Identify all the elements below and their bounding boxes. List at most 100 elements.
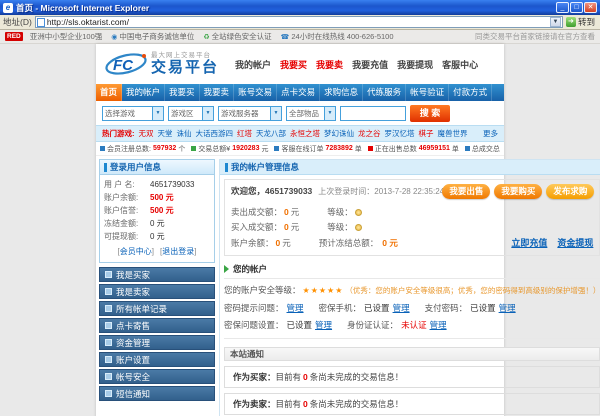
sidebar-menu-item[interactable]: 帐号安全 [99, 369, 215, 384]
go-button[interactable]: 转到 [566, 16, 597, 28]
manage-link[interactable]: 管理 [393, 302, 410, 314]
select-value: 选择游戏 [103, 108, 152, 119]
user-info-label: 账户信誉: [104, 205, 150, 216]
manage-link[interactable]: 管理 [287, 302, 304, 314]
search-select[interactable]: 游戏区▼ [168, 106, 214, 121]
sidebar-menu-item[interactable]: 我是卖家 [99, 284, 215, 299]
welcome-buttons: 我要出售我要购买发布求购 [442, 184, 594, 199]
stat-extra: 等级： [327, 221, 362, 233]
sidebar-menu-item[interactable]: 账户设置 [99, 352, 215, 367]
hot-game-link[interactable]: 红塔 [237, 128, 252, 139]
user-info-label: 冻结金额: [104, 218, 150, 229]
user-info-value: 500 元 [150, 192, 174, 203]
manage-link[interactable]: 管理 [430, 319, 447, 331]
search-select[interactable]: 全部物品▼ [286, 106, 336, 121]
menu-item-label: 帐号安全 [116, 371, 150, 383]
recharge-link[interactable]: 立即充值 [511, 236, 547, 249]
header-nav-item[interactable]: 我的帐户 [235, 58, 271, 71]
sidebar-menu-item[interactable]: 所有帐单记录 [99, 301, 215, 316]
account-stat-row: 卖出成交额：0元等级： [231, 206, 593, 218]
menu-bullet-icon [105, 305, 112, 312]
stat-unit: 个 [178, 144, 185, 154]
sidebar-menu-item[interactable]: 我是买家 [99, 267, 215, 282]
hot-game-link[interactable]: 永恒之塔 [290, 128, 320, 139]
stat-value: 597932 [153, 145, 176, 152]
nav-tab[interactable]: 付款方式 [449, 84, 492, 101]
hot-game-link[interactable]: 天龙八部 [256, 128, 286, 139]
security-stars: ★★★★★ [303, 286, 344, 295]
hot-game-link[interactable]: 龙之谷 [358, 128, 381, 139]
page-icon [37, 18, 45, 27]
security-item-label: 密保问题设置： [224, 319, 284, 331]
more-games-link[interactable]: 更多 [483, 128, 498, 139]
close-button[interactable] [584, 2, 597, 13]
header-nav-item[interactable]: 客服中心 [442, 58, 478, 71]
hot-game-link[interactable]: 棋子 [419, 128, 434, 139]
red-badge: RED [5, 32, 23, 41]
brand-title: 交易平台 [151, 59, 219, 76]
nav-tab[interactable]: 点卡交易 [277, 84, 320, 101]
hot-game-link[interactable]: 大话西游四 [196, 128, 234, 139]
maximize-button[interactable] [570, 2, 583, 13]
user-info-row: 可提现额:0 元 [104, 230, 210, 243]
hot-game-link[interactable]: 诛仙 [177, 128, 192, 139]
manage-link[interactable]: 管理 [315, 319, 332, 331]
welcome-box: 欢迎您，4651739033 上次登录时间：2013-7-28 22:35:24… [224, 179, 600, 256]
nav-tab[interactable]: 帐号验证 [406, 84, 449, 101]
user-info-value: 4651739033 [150, 180, 195, 189]
sidebar: 登录用户信息 用 户 名:4651739033账户余额:500 元账户信誉:50… [99, 159, 215, 416]
user-info-value: 0 元 [150, 218, 165, 229]
account-section-title: 您的帐户 [233, 263, 267, 275]
browser-viewport: RED 亚洲中小型企业100强◉中国电子商务诚信单位♻全站绿色安全认证☎24小时… [0, 30, 600, 416]
sell-button[interactable]: 我要出售 [442, 184, 490, 199]
nav-tab[interactable]: 求购信息 [320, 84, 363, 101]
post-want-button[interactable]: 发布求购 [546, 184, 594, 199]
search-select[interactable]: 选择游戏▼ [102, 106, 164, 121]
member-center-link[interactable]: 会员中心 [118, 246, 154, 257]
search-input[interactable] [340, 106, 406, 121]
nav-tab[interactable]: 账号交易 [234, 84, 277, 101]
go-arrow-icon [566, 17, 576, 27]
nav-tab[interactable]: 我的帐户 [122, 84, 165, 101]
security-item: 支付密码：已设置管理 [425, 302, 516, 314]
header-nav-item[interactable]: 我要买 [280, 58, 307, 71]
sidebar-menu-item[interactable]: 短信通知 [99, 386, 215, 401]
header-nav-item[interactable]: 我要充值 [352, 58, 388, 71]
section-arrow-icon [224, 265, 229, 273]
buy-button[interactable]: 我要购买 [494, 184, 542, 199]
withdraw-link[interactable]: 资金提现 [557, 236, 593, 249]
green-seal-icon: ♻ [203, 33, 209, 41]
stat-bullet-icon [100, 146, 105, 151]
nav-tab[interactable]: 我要卖 [200, 84, 235, 101]
address-input[interactable]: http://sls.oktarist.com/ [35, 16, 563, 28]
nav-tab[interactable]: 我要买 [165, 84, 200, 101]
search-button[interactable]: 搜 索 [410, 105, 450, 122]
extra-label: 等级： [327, 206, 353, 218]
extra-value: 0 元 [380, 237, 400, 249]
sidebar-menu-item[interactable]: 点卡寄售 [99, 318, 215, 333]
address-dropdown-button[interactable] [550, 17, 561, 27]
minimize-button[interactable] [556, 2, 569, 13]
notices-header: 本站通知 [224, 347, 600, 361]
security-item-label: 身份证认证： [347, 319, 398, 331]
logo-swoosh-icon: FC [104, 51, 148, 77]
site-logo[interactable]: FC [104, 51, 148, 77]
search-bar: 选择游戏▼ 游戏区▼ 游戏服务器▼ 全部物品▼ 搜 索 [96, 101, 504, 125]
header-nav-item[interactable]: 我要提现 [397, 58, 433, 71]
hot-game-link[interactable]: 天堂 [158, 128, 173, 139]
sidebar-menu-item[interactable]: 资金管理 [99, 335, 215, 350]
main-panel-title: 我的帐户管理信息 [231, 161, 299, 173]
user-info-value: 500 元 [150, 205, 174, 216]
logout-link[interactable]: 退出登录 [160, 246, 196, 257]
hot-game-link[interactable]: 魔兽世界 [438, 128, 468, 139]
header-nav-item[interactable]: 我要卖 [316, 58, 343, 71]
stat-label: 总成交总额¥ [472, 144, 500, 154]
manage-link[interactable]: 管理 [499, 302, 516, 314]
hot-game-link[interactable]: 梦幻诛仙 [324, 128, 354, 139]
hot-game-link[interactable]: 无双 [139, 128, 154, 139]
hot-game-link[interactable]: 罗汉忆塔 [385, 128, 415, 139]
search-select[interactable]: 游戏服务器▼ [218, 106, 282, 121]
nav-tab[interactable]: 代练服务 [363, 84, 406, 101]
security-level-label: 您的账户安全等级： [224, 284, 301, 296]
nav-tab[interactable]: 首页 [96, 84, 122, 101]
